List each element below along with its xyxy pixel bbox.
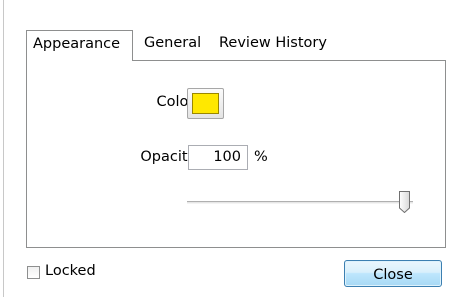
window-edge bbox=[3, 0, 4, 297]
annotation-properties-dialog: Appearance General Review History Color:… bbox=[0, 0, 455, 297]
opacity-slider[interactable] bbox=[187, 191, 417, 214]
opacity-input[interactable]: 100 bbox=[188, 145, 248, 170]
close-button[interactable]: Close bbox=[344, 260, 442, 287]
opacity-unit: % bbox=[254, 149, 268, 165]
color-picker-button[interactable] bbox=[187, 88, 224, 119]
slider-thumb-icon bbox=[399, 191, 410, 214]
locked-label: Locked bbox=[45, 263, 96, 279]
tab-appearance[interactable]: Appearance bbox=[26, 30, 133, 61]
tab-review-history[interactable]: Review History bbox=[213, 30, 333, 60]
tab-general[interactable]: General bbox=[138, 30, 207, 60]
locked-checkbox[interactable] bbox=[27, 266, 40, 279]
slider-track bbox=[187, 201, 413, 204]
appearance-panel: Color: Opacity: 100 % bbox=[26, 60, 446, 248]
color-swatch bbox=[192, 93, 219, 114]
slider-thumb[interactable] bbox=[399, 191, 410, 214]
